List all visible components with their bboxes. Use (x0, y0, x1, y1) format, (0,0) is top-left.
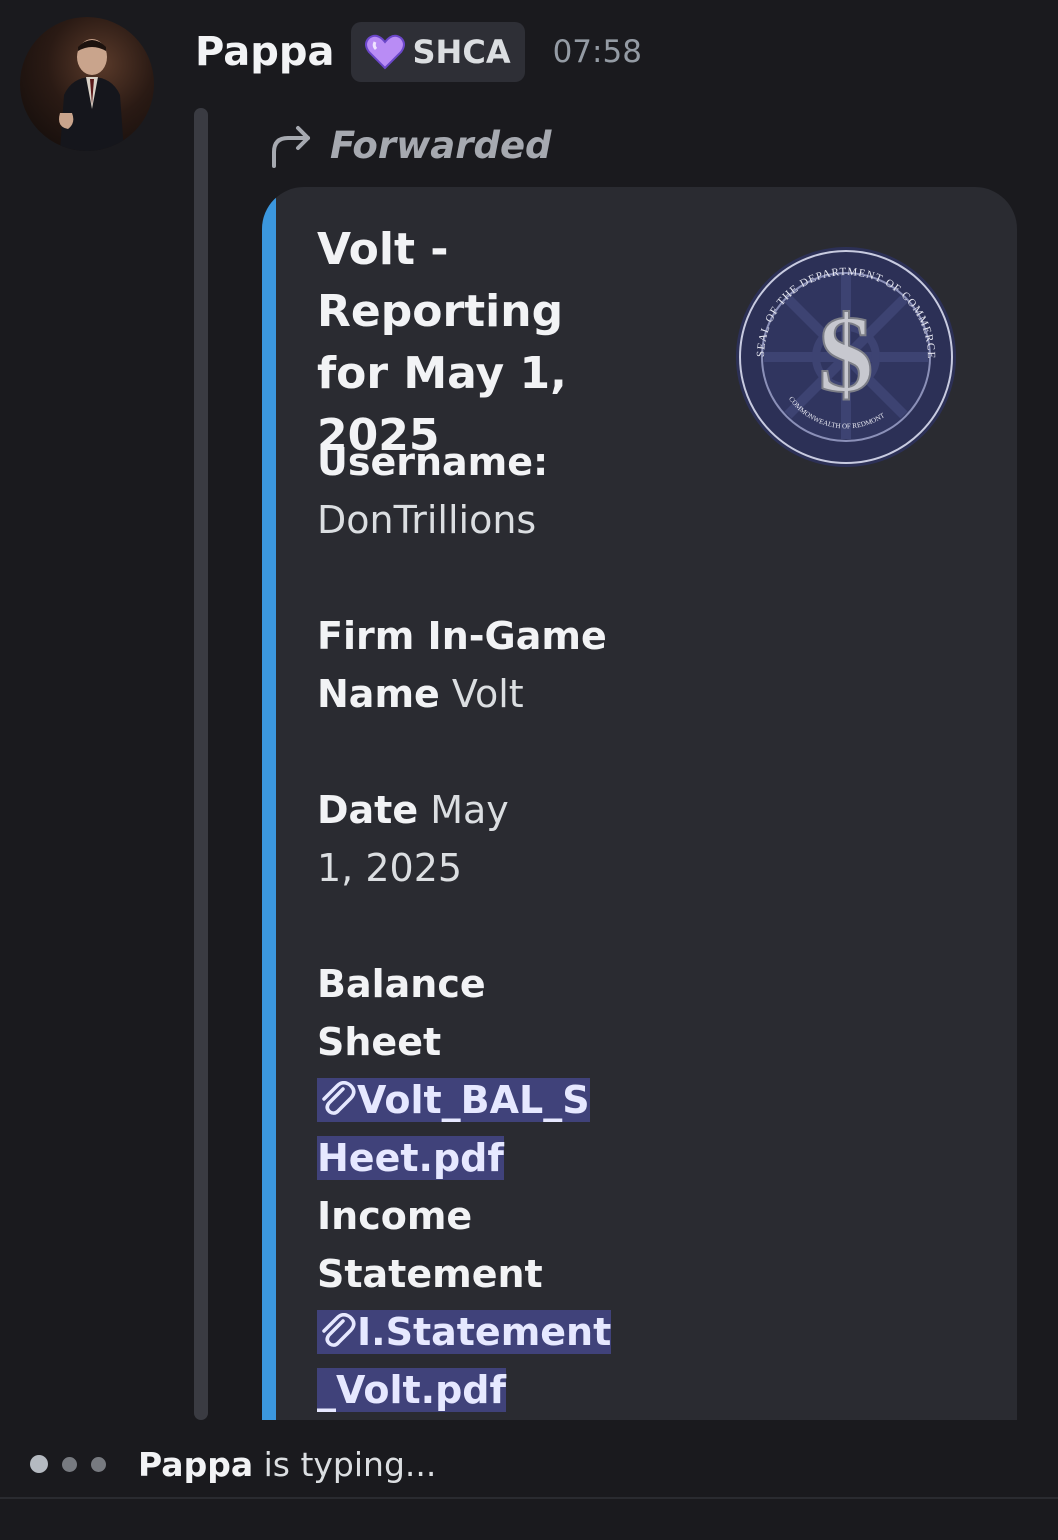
field-date: Date May 1, 2025 (317, 781, 557, 897)
message-header: Pappa SHCA 07:58 (195, 22, 642, 82)
embed-title: Volt - Reporting for May 1, 2025 (317, 224, 567, 461)
message-timestamp[interactable]: 07:58 (553, 34, 642, 70)
seal-dollar-symbol: $ (819, 293, 874, 415)
heart-icon (364, 34, 405, 70)
field-balance-sheet: Balance Sheet Volt_BAL_SHeet.pdf (317, 955, 607, 1187)
field-income-name: Income Statement (317, 1194, 543, 1296)
field-username: Username: DonTrillions (317, 433, 637, 549)
typing-dot (91, 1456, 106, 1472)
income-statement-filename: I.Statement_Volt.pdf (317, 1310, 612, 1412)
field-firm-value: Volt (451, 672, 524, 716)
department-seal-image[interactable]: SEAL OF THE DEPARTMENT OF COMMERCE COMMO… (734, 245, 958, 469)
typing-dot (30, 1455, 48, 1473)
paperclip-icon (322, 1081, 356, 1115)
typing-status: is typing... (263, 1444, 437, 1484)
author-avatar[interactable] (20, 17, 154, 151)
author-name[interactable]: Pappa (195, 29, 335, 75)
forwarded-indicator: Forwarded (268, 118, 552, 172)
paperclip-icon (322, 1313, 356, 1347)
field-username-name: Username: (317, 440, 549, 484)
field-income-statement: Income Statement I.Statement_Volt.pdf (317, 1187, 617, 1419)
avatar-image (59, 39, 124, 151)
forwarded-label: Forwarded (330, 123, 552, 167)
income-statement-attachment-link[interactable]: I.Statement_Volt.pdf (317, 1310, 612, 1412)
server-tag[interactable]: SHCA (350, 22, 525, 82)
typing-user: Pappa (138, 1444, 254, 1484)
field-date-name: Date (317, 788, 419, 832)
field-firm: Firm In-Game Name Volt (317, 607, 637, 723)
divider (0, 1497, 1058, 1499)
typing-indicator: Pappa is typing... (30, 1436, 436, 1492)
embed-card: Volt - Reporting for May 1, 2025 SEAL OF… (262, 187, 1017, 1487)
typing-dot (62, 1456, 77, 1472)
server-tag-label: SHCA (412, 33, 511, 71)
forward-arrow-icon (272, 126, 310, 168)
field-username-value: DonTrillions (317, 498, 537, 542)
field-balance-name: Balance Sheet (317, 962, 486, 1064)
embed-accent-bar (262, 187, 276, 1487)
typing-text: Pappa is typing... (138, 1445, 436, 1484)
balance-sheet-attachment-link[interactable]: Volt_BAL_SHeet.pdf (317, 1078, 590, 1180)
balance-sheet-filename: Volt_BAL_SHeet.pdf (317, 1078, 590, 1180)
forward-bar (194, 108, 208, 1420)
